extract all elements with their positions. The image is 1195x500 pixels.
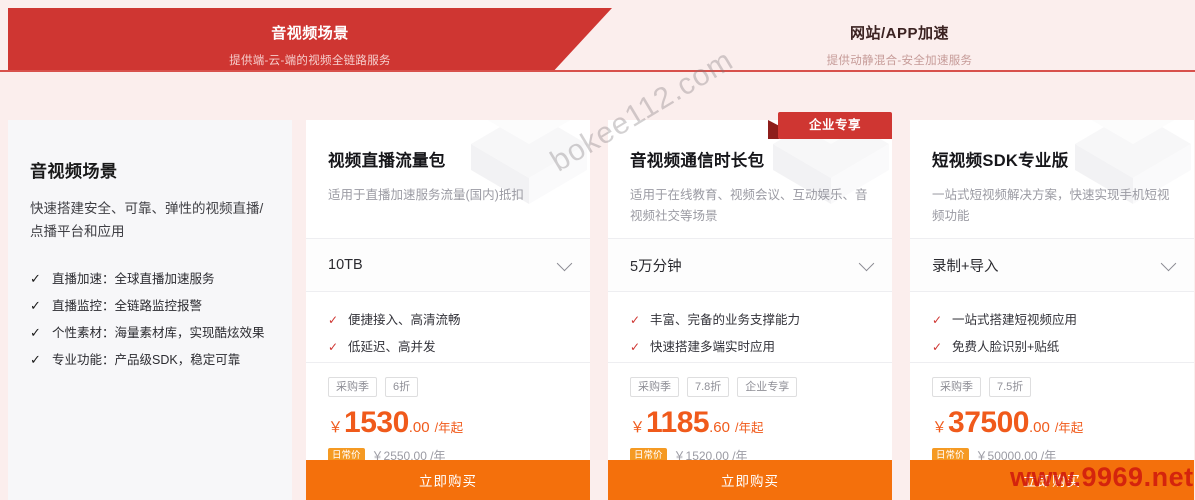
card-feature-list: ✓ 一站式搭建短视频应用 ✓ 免费人脸识别+贴纸 (910, 292, 1194, 362)
card-description: 一站式短视频解决方案，快速实现手机短视频功能 (932, 188, 1170, 223)
check-icon: ✓ (30, 298, 41, 313)
current-price: ￥ 37500 .00 /年起 (932, 406, 1194, 440)
panel-description: 快速搭建安全、可靠、弹性的视频直播/点播平台和应用 (30, 201, 264, 239)
list-item-label: 免费人脸识别+贴纸 (952, 340, 1060, 354)
list-item-label: 专业功能：产品级SDK，稳定可靠 (52, 353, 241, 367)
panel-feature-list: ✓ 直播加速：全球直播加速服务 ✓ 直播监控：全链路监控报警 ✓ 个性素材：海量… (30, 271, 292, 368)
promo-tag: 7.5折 (989, 377, 1032, 397)
tab-subtitle: 提供端-云-端的视频全链路服务 (229, 55, 391, 67)
price-decimal: .60 (709, 419, 730, 436)
scenario-info-panel: 音视频场景 快速搭建安全、可靠、弹性的视频直播/点播平台和应用 ✓ 直播加速：全… (8, 120, 292, 500)
card-title: 音视频通信时长包 (630, 152, 765, 170)
card-feature-list: ✓ 丰富、完备的业务支撑能力 ✓ 快速搭建多端实时应用 (608, 292, 892, 362)
card-description: 适用于直播加速服务流量(国内)抵扣 (328, 188, 524, 202)
list-item: ✓ 丰富、完备的业务支撑能力 (630, 312, 892, 328)
promo-tag: 采购季 (630, 377, 679, 397)
price-integer: 37500 (948, 406, 1029, 439)
spec-select[interactable]: 5万分钟 (608, 238, 892, 292)
chevron-down-icon[interactable] (556, 255, 573, 272)
price-unit: /年起 (734, 421, 764, 435)
promo-tag-group: 采购季 7.5折 (932, 377, 1194, 397)
price-unit: /年起 (434, 421, 464, 435)
check-icon: ✓ (630, 313, 641, 327)
list-item: ✓ 直播加速：全球直播加速服务 (30, 271, 292, 287)
list-item: ✓ 低延迟、高并发 (328, 339, 590, 355)
cube-illustration-icon (471, 120, 587, 204)
check-icon: ✓ (30, 352, 41, 367)
list-item: ✓ 个性素材：海量素材库，实现酷炫效果 (30, 325, 292, 341)
price-decimal: .00 (1028, 419, 1050, 436)
list-item: ✓ 一站式搭建短视频应用 (932, 312, 1194, 328)
currency-symbol: ￥ (630, 419, 646, 436)
buy-now-button[interactable]: 立即购买 (910, 460, 1194, 500)
chevron-down-icon[interactable] (1160, 255, 1177, 272)
list-item: ✓ 快速搭建多端实时应用 (630, 339, 892, 355)
check-icon: ✓ (932, 340, 943, 354)
list-item-label: 低延迟、高并发 (348, 340, 436, 354)
list-item-label: 一站式搭建短视频应用 (952, 313, 1078, 327)
price-unit: /年起 (1054, 421, 1084, 435)
list-item-label: 丰富、完备的业务支撑能力 (650, 313, 801, 327)
list-item: ✓ 专业功能：产品级SDK，稳定可靠 (30, 352, 292, 368)
check-icon: ✓ (932, 313, 943, 327)
price-block: 采购季 7.8折 企业专享 ￥ 1185 .60 /年起 日常价 ￥1520.0… (608, 362, 892, 463)
promo-tag: 企业专享 (737, 377, 798, 397)
price-integer: 1530 (344, 406, 409, 439)
content-row: 音视频场景 快速搭建安全、可靠、弹性的视频直播/点播平台和应用 ✓ 直播加速：全… (0, 112, 1195, 500)
scenario-tab-bar: 音视频场景 提供端-云-端的视频全链路服务 网站/APP加速 提供动静混合-安全… (0, 8, 1195, 72)
current-price: ￥ 1185 .60 /年起 (630, 406, 892, 440)
currency-symbol: ￥ (932, 419, 948, 436)
card-header: 短视频SDK专业版 一站式短视频解决方案，快速实现手机短视频功能 (910, 120, 1194, 238)
list-item-label: 直播加速：全球直播加速服务 (52, 272, 215, 286)
list-item: ✓ 免费人脸识别+贴纸 (932, 339, 1194, 355)
list-item-label: 直播监控：全链路监控报警 (52, 299, 203, 313)
tab-title: 音视频场景 (271, 25, 349, 42)
card-feature-list: ✓ 便捷接入、高清流畅 ✓ 低延迟、高并发 (306, 292, 590, 362)
card-title: 视频直播流量包 (328, 152, 446, 170)
list-item: ✓ 直播监控：全链路监控报警 (30, 298, 292, 314)
currency-symbol: ￥ (328, 419, 344, 436)
product-card-short-video-sdk-pro: 短视频SDK专业版 一站式短视频解决方案，快速实现手机短视频功能 录制+导入 ✓… (910, 120, 1194, 500)
spec-select[interactable]: 录制+导入 (910, 238, 1194, 292)
check-icon: ✓ (328, 313, 339, 327)
check-icon: ✓ (30, 271, 41, 286)
price-decimal: .00 (408, 419, 430, 436)
spec-select-value: 10TB (328, 257, 363, 273)
product-card-video-live-traffic: 视频直播流量包 适用于直播加速服务流量(国内)抵扣 10TB ✓ 便捷接入、高清… (306, 120, 590, 500)
promo-tag-group: 采购季 7.8折 企业专享 (630, 377, 892, 397)
chevron-down-icon[interactable] (858, 255, 875, 272)
promo-tag-group: 采购季 6折 (328, 377, 590, 397)
check-icon: ✓ (30, 325, 41, 340)
panel-title: 音视频场景 (30, 162, 118, 181)
product-card-av-communication-duration: 企业专享 音视频通信时长包 适用于在线教育、视频会议、互动娱乐、音视频社交等场景… (608, 112, 892, 500)
promo-tag: 采购季 (328, 377, 377, 397)
tab-audio-video-scenario[interactable]: 音视频场景 提供端-云-端的视频全链路服务 (8, 8, 612, 70)
spec-select-value: 5万分钟 (630, 258, 682, 275)
tab-website-app-acceleration[interactable]: 网站/APP加速 提供动静混合-安全加速服务 (612, 8, 1187, 70)
buy-now-button[interactable]: 立即购买 (608, 460, 892, 500)
card-title: 短视频SDK专业版 (932, 152, 1069, 170)
tab-subtitle: 提供动静混合-安全加速服务 (826, 55, 973, 67)
check-icon: ✓ (630, 340, 641, 354)
enterprise-exclusive-badge: 企业专享 (768, 112, 892, 139)
price-block: 采购季 6折 ￥ 1530 .00 /年起 日常价 ￥2550.00 /年 (306, 362, 590, 463)
current-price: ￥ 1530 .00 /年起 (328, 406, 590, 440)
card-description: 适用于在线教育、视频会议、互动娱乐、音视频社交等场景 (630, 188, 868, 223)
spec-select-value: 录制+导入 (932, 258, 999, 275)
promo-tag: 6折 (385, 377, 419, 397)
check-icon: ✓ (328, 340, 339, 354)
price-integer: 1185 (646, 406, 710, 439)
list-item-label: 快速搭建多端实时应用 (650, 340, 776, 354)
badge-label: 企业专享 (778, 112, 892, 139)
tab-title: 网站/APP加速 (849, 25, 949, 42)
price-block: 采购季 7.5折 ￥ 37500 .00 /年起 日常价 ￥50000.00 /… (910, 362, 1194, 463)
promo-tag: 7.8折 (687, 377, 730, 397)
spec-select[interactable]: 10TB (306, 238, 590, 292)
promo-tag: 采购季 (932, 377, 981, 397)
card-header: 视频直播流量包 适用于直播加速服务流量(国内)抵扣 (306, 120, 590, 238)
buy-now-button[interactable]: 立即购买 (306, 460, 590, 500)
list-item-label: 便捷接入、高清流畅 (348, 313, 461, 327)
list-item-label: 个性素材：海量素材库，实现酷炫效果 (52, 326, 265, 340)
list-item: ✓ 便捷接入、高清流畅 (328, 312, 590, 328)
